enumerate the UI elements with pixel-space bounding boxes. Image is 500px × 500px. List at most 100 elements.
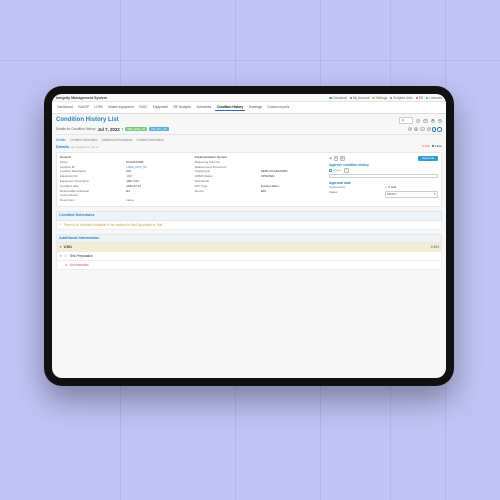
v-approved-by[interactable]: ⚠ ✎ Edit <box>385 186 438 190</box>
addl-group-right: V-001 <box>431 245 439 249</box>
credited-empty: ⚠ There is no schedule available to be c… <box>56 221 442 230</box>
export-icon[interactable]: ⇩ <box>438 119 442 123</box>
details-title: Details <box>56 144 69 149</box>
chevron-down-icon: ▾ <box>434 193 435 197</box>
warning-icon: ⚠ <box>59 223 62 227</box>
approval-button[interactable]: Approval <box>418 156 438 162</box>
v-rtf: Routine Maint. <box>261 185 325 189</box>
subtab-additional-information[interactable]: Additional Information <box>102 138 133 142</box>
action-icon-1[interactable]: ☐ <box>334 156 339 161</box>
search-area: Q • ＋ ⚙ ⇩ <box>399 117 442 124</box>
nav-next-icon[interactable] <box>437 127 442 132</box>
menu-equipment[interactable]: Equipment <box>152 104 170 111</box>
top-bar-links: Download My Account Settings Scripted Jo… <box>329 96 442 100</box>
k-name: Name <box>60 161 124 165</box>
k-mp-no: Measuring Point No <box>195 161 259 165</box>
subtab-credited-schedules[interactable]: Credited Schedules <box>70 138 98 142</box>
addl-group-name: V-001 <box>64 245 72 249</box>
subtab-bar: Details Credited Schedules Additional In… <box>56 138 442 142</box>
approval-column: ◀ ☐ ▤ Approval Approve condition history… <box>329 156 438 203</box>
chevron-down-icon[interactable]: ▾ <box>122 127 124 131</box>
details-grid: General NameKCH0100DM Location IDLOPA_DC… <box>56 152 442 207</box>
k-source: Source <box>195 190 259 194</box>
top-bar: Integrity Management System Download My … <box>52 94 446 102</box>
detail-header: Details for Condition History Jul 7, 202… <box>56 127 442 136</box>
page-title-row: Condition History List Q • ＋ ⚙ ⇩ <box>56 117 442 125</box>
details-meta: Last updated by GG on <box>70 145 99 149</box>
v-description[interactable]: name <box>126 199 190 203</box>
menu-dashboard[interactable]: Dashboard <box>56 104 74 111</box>
add-icon[interactable]: ＋ <box>423 119 427 123</box>
detail-header-date: Jul 7, 2022 <box>98 127 120 133</box>
credited-empty-msg: There is no schedule available to be cre… <box>63 223 163 227</box>
tag-pill-2[interactable]: DM_RC_HV <box>149 127 168 131</box>
v-cur-event <box>126 194 190 198</box>
topbar-link-licences[interactable]: Licences <box>426 96 442 100</box>
info-icon[interactable]: i <box>344 168 349 173</box>
app-screen: Integrity Management System Download My … <box>52 94 446 378</box>
main-menu: Dashboard HAZOP LOPA Master equipment FA… <box>52 102 446 114</box>
undo-icon[interactable]: ↶ <box>408 127 412 131</box>
status-select[interactable]: DRAFT ▾ <box>385 191 438 198</box>
k-approved-by: Approved by <box>329 186 382 190</box>
v-resp-ind: Ed <box>126 190 190 194</box>
v-name: KCH0100DM <box>126 161 190 165</box>
addl-row-2[interactable]: ⊘ Not executed <box>56 261 442 270</box>
menu-fasc[interactable]: FASC <box>138 104 149 111</box>
k-rtf: RTF Type <box>195 185 259 189</box>
menu-hazop[interactable]: HAZOP <box>77 104 90 111</box>
subtab-details[interactable]: Details <box>56 138 66 142</box>
menu-master-equipment[interactable]: Master equipment <box>107 104 135 111</box>
addl-info-title: Additional Information <box>56 234 442 244</box>
menu-drawings[interactable]: Drawings <box>248 104 264 111</box>
impl-column: Implementation System Measuring Point No… <box>195 156 326 203</box>
chevron-down-icon: ▾ <box>60 254 62 258</box>
topbar-link-scripted-jobs[interactable]: Scripted Jobs <box>390 96 413 100</box>
action-icon-2[interactable]: ▤ <box>340 156 345 161</box>
topbar-link-download[interactable]: Download <box>329 96 346 100</box>
agree-checkbox[interactable]: Agree i <box>329 168 438 173</box>
addl-row-1[interactable]: ▾ 📄 Test Preparation <box>56 252 442 261</box>
topbar-link-settings[interactable]: Settings <box>372 96 387 100</box>
menu-sif-analysis[interactable]: SIF Analysis <box>172 104 192 111</box>
chevron-down-icon: ▾ <box>60 245 62 249</box>
addl-row-1-label: Test Preparation <box>70 254 93 258</box>
settings-icon[interactable]: ⚙ <box>431 119 435 123</box>
close-link[interactable]: ✖ Close <box>432 145 442 148</box>
menu-lopa[interactable]: LOPA <box>93 104 104 111</box>
menu-custom-reports[interactable]: Custom reports <box>266 104 290 111</box>
approve-title: Approve condition history <box>329 163 438 167</box>
lock-icon[interactable]: 🔒 <box>414 127 418 131</box>
checkbox-icon <box>329 169 332 172</box>
nav-left-icon[interactable]: ◀ <box>329 156 331 160</box>
v-location-desc: N/A <box>126 170 190 174</box>
export-csv-icon[interactable]: ⤓ <box>420 127 424 131</box>
details-panel-header: Details Last updated by GG on ✎ Edit ✖ C… <box>56 144 442 149</box>
credited-schedules-title: Credited Schedules <box>56 211 442 221</box>
print-icon[interactable]: ⎙ <box>427 127 431 131</box>
topbar-link-my-account[interactable]: My Account <box>350 96 370 100</box>
menu-schedules[interactable]: Schedules <box>195 104 212 111</box>
nav-prev-icon[interactable] <box>432 127 437 132</box>
general-heading: General <box>60 156 191 160</box>
v-source: IMS <box>261 190 325 194</box>
status-value: DRAFT <box>387 193 397 197</box>
filter-icon[interactable]: • <box>416 119 420 123</box>
detail-header-label: Details for Condition History <box>56 127 96 131</box>
approval-comment-input[interactable] <box>329 174 438 178</box>
menu-condition-history[interactable]: Condition History <box>215 104 244 111</box>
k-status: Status <box>329 191 382 198</box>
v-status[interactable]: DRAFT ▾ <box>385 191 438 198</box>
edit-link[interactable]: ✎ Edit <box>422 145 430 148</box>
addl-group-header[interactable]: ▾ V-001 V-001 <box>56 243 442 252</box>
approval-data-title: Approval data <box>329 181 438 185</box>
v-location-id[interactable]: LOPA_DCV_VA <box>126 166 190 170</box>
search-input[interactable]: Q <box>399 117 413 124</box>
tag-pill-1[interactable]: WM_HCR_HV <box>125 127 147 131</box>
file-icon: 📄 <box>64 254 68 258</box>
topbar-link-en[interactable]: EN <box>416 96 424 100</box>
stop-icon: ⊘ <box>65 263 68 267</box>
addl-row-2-label: Not executed <box>70 263 89 267</box>
subtab-created-schedules[interactable]: Created Schedules <box>136 138 163 142</box>
v-cmms: UPDATED <box>261 175 325 179</box>
